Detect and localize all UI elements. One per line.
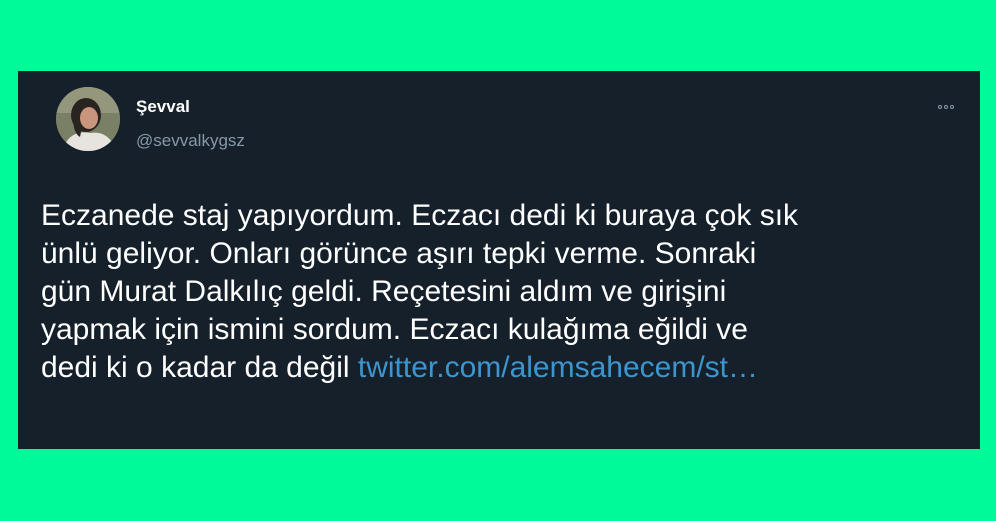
tweet-text-line-5-text: dedi ki o kadar da değil bbox=[41, 351, 358, 384]
user-handle[interactable]: @sevvalkygsz bbox=[136, 131, 245, 151]
tweet-card: Şevval @sevvalkygsz Eczanede staj yapıyo… bbox=[18, 71, 980, 449]
tweet-text-line-2: ünlü geliyor. Onları görünce aşırı tepki… bbox=[41, 237, 757, 270]
avatar[interactable] bbox=[56, 87, 120, 151]
tweet-text-line-4: yapmak için ismini sordum. Eczacı kulağı… bbox=[41, 313, 748, 346]
tweet-text-line-1: Eczanede staj yapıyordum. Eczacı dedi ki… bbox=[41, 199, 799, 232]
avatar-image bbox=[56, 87, 120, 151]
more-options-button[interactable] bbox=[930, 97, 962, 117]
tweet-link[interactable]: twitter.com/alemsahecem/st… bbox=[358, 351, 758, 384]
tweet-text-line-5: dedi ki o kadar da değil twitter.com/ale… bbox=[41, 349, 961, 387]
tweet-text: Eczanede staj yapıyordum. Eczacı dedi ki… bbox=[41, 197, 961, 387]
more-options-icon-dot-2 bbox=[944, 105, 948, 109]
display-name[interactable]: Şevval bbox=[136, 97, 190, 117]
more-options-icon-dot-3 bbox=[950, 105, 954, 109]
tweet-text-line-3: gün Murat Dalkılıç geldi. Reçetesini ald… bbox=[41, 275, 727, 308]
more-options-icon bbox=[938, 105, 942, 109]
